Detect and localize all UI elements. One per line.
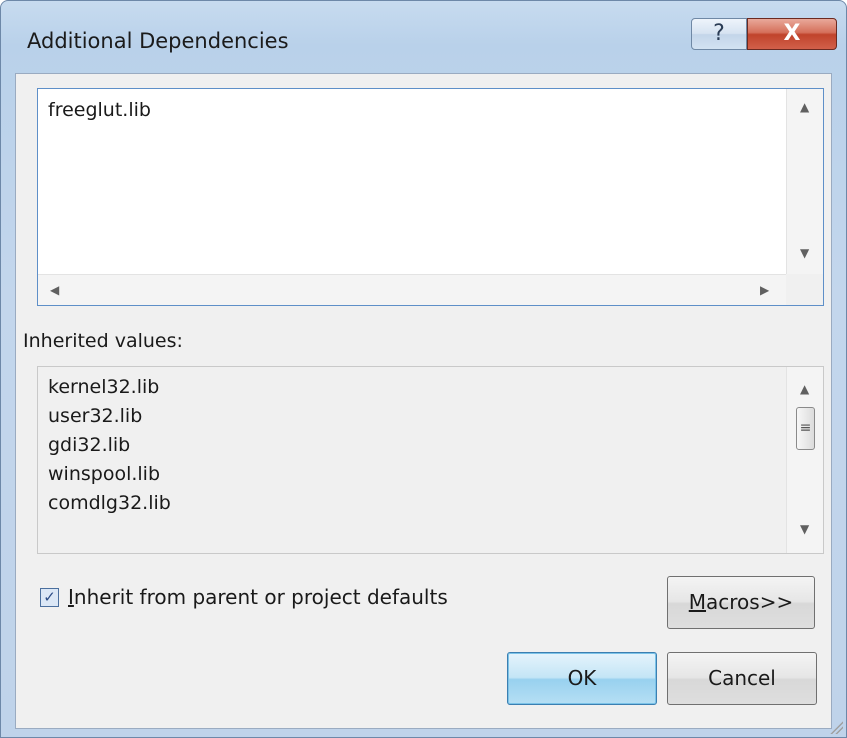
scrollbar-thumb[interactable]: ≡	[796, 407, 815, 450]
dialog-title: Additional Dependencies	[27, 29, 289, 53]
help-icon: ?	[713, 21, 725, 46]
inherit-checkbox[interactable]: ✓	[40, 588, 59, 607]
dialog-client-area: freeglut.lib ▲ ▼ ◀ ▶ Inherited values: k…	[15, 73, 832, 729]
list-item: comdlg32.lib	[48, 492, 171, 514]
list-item: winspool.lib	[48, 463, 161, 485]
checkmark-icon: ✓	[43, 588, 56, 606]
macros-button[interactable]: Macros>>	[667, 576, 815, 629]
macros-button-text: acros>>	[706, 590, 794, 614]
list-item: gdi32.lib	[48, 434, 131, 456]
accelerator-letter: M	[688, 590, 707, 614]
scrollbar-corner	[786, 274, 823, 305]
resize-grip-icon[interactable]	[829, 720, 843, 734]
edit-vertical-scrollbar[interactable]: ▲ ▼	[786, 89, 823, 275]
inherited-items: kernel32.lib user32.lib gdi32.lib winspo…	[48, 373, 171, 518]
edit-horizontal-scrollbar[interactable]: ◀ ▶	[38, 274, 786, 305]
scroll-up-arrow-icon[interactable]: ▲	[800, 101, 809, 113]
inherit-checkbox-label[interactable]: Inherit from parent or project defaults	[68, 585, 448, 609]
list-item: user32.lib	[48, 405, 143, 427]
inherited-values-label: Inherited values:	[23, 330, 183, 352]
close-button[interactable]: X	[747, 18, 837, 50]
close-icon: X	[783, 21, 801, 46]
scroll-right-arrow-icon[interactable]: ▶	[760, 284, 769, 296]
inherited-values-list[interactable]: kernel32.lib user32.lib gdi32.lib winspo…	[37, 366, 824, 554]
dependencies-edit-box[interactable]: freeglut.lib ▲ ▼ ◀ ▶	[37, 88, 824, 306]
scroll-down-arrow-icon[interactable]: ▼	[800, 247, 809, 259]
cancel-button[interactable]: Cancel	[667, 652, 817, 705]
list-item: kernel32.lib	[48, 376, 160, 398]
help-button[interactable]: ?	[691, 18, 747, 50]
inherit-checkbox-text: nherit from parent or project defaults	[73, 585, 448, 609]
inherited-vertical-scrollbar[interactable]: ▲ ≡ ▼	[786, 367, 823, 553]
scroll-up-arrow-icon[interactable]: ▲	[800, 383, 809, 395]
dialog-window: Additional Dependencies ? X freeglut.lib…	[0, 0, 847, 738]
title-bar[interactable]: Additional Dependencies ? X	[1, 1, 846, 81]
scroll-left-arrow-icon[interactable]: ◀	[50, 284, 59, 296]
dependencies-value[interactable]: freeglut.lib	[48, 99, 151, 121]
scroll-down-arrow-icon[interactable]: ▼	[800, 523, 809, 535]
ok-button[interactable]: OK	[507, 652, 657, 705]
